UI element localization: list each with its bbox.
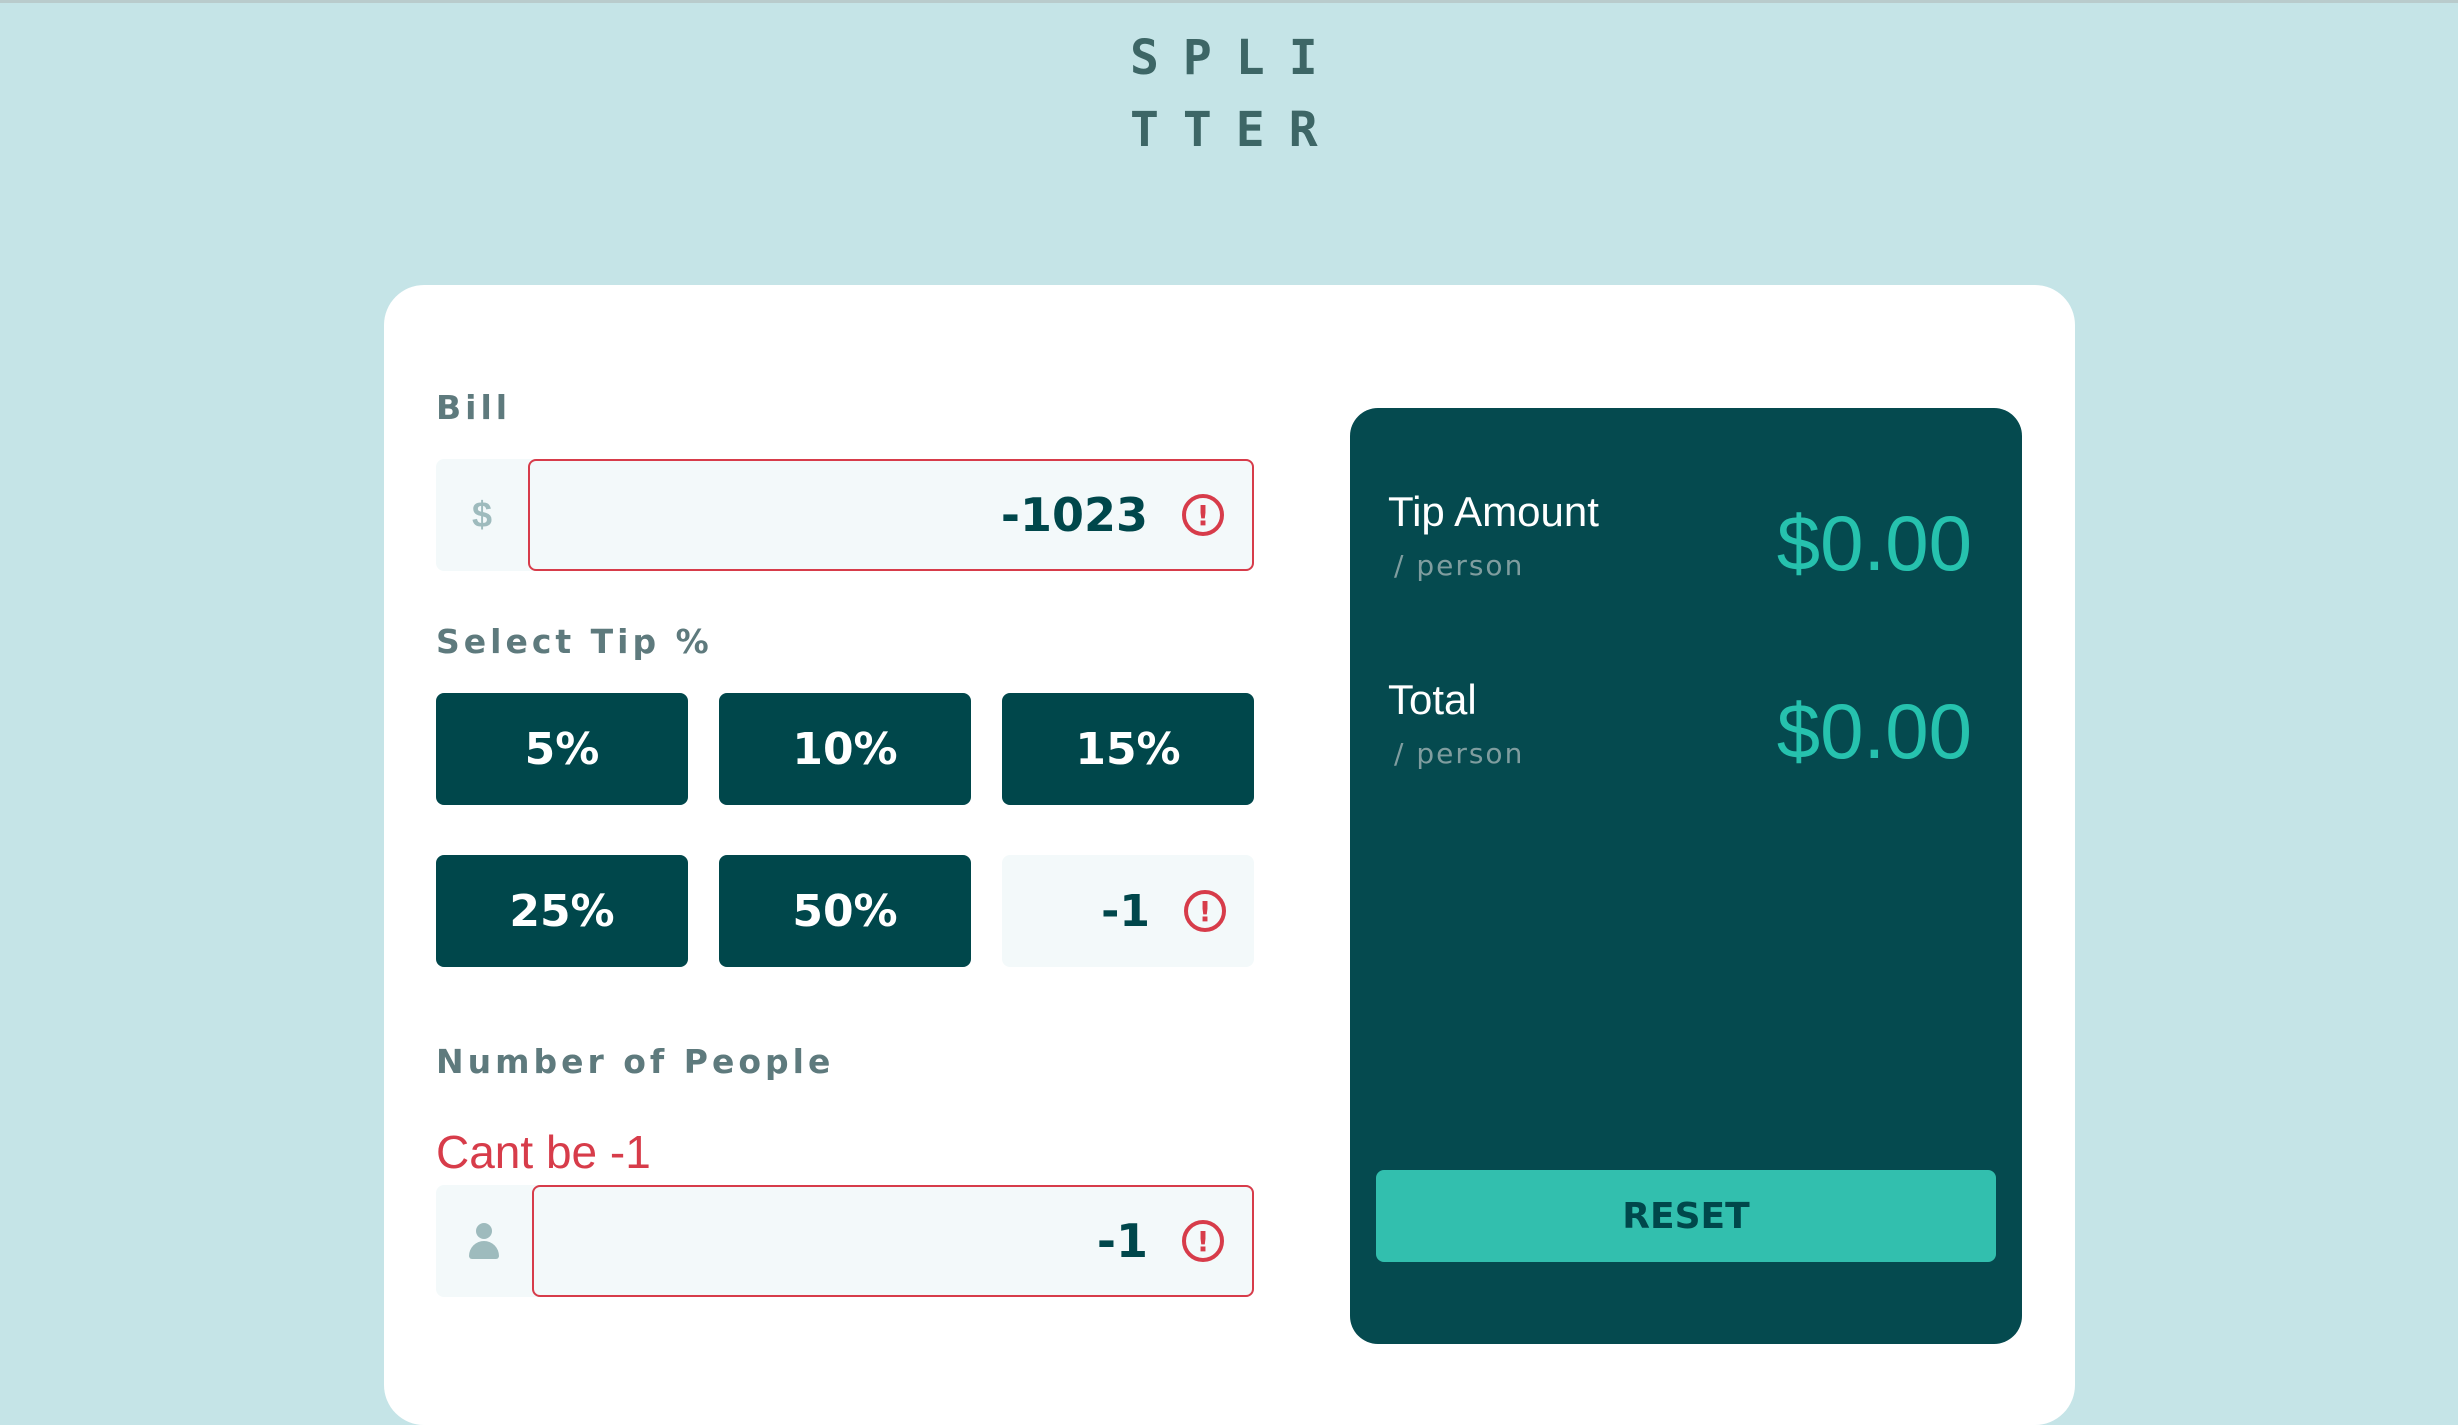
tip-10-button[interactable]: 10% (719, 693, 971, 805)
people-input-group: -1 ! (436, 1185, 1254, 1297)
tip-50-button[interactable]: 50% (719, 855, 971, 967)
tip-25-button[interactable]: 25% (436, 855, 688, 967)
tip-amount-label: Tip Amount (1388, 488, 1599, 535)
bill-input[interactable]: -1023 ! (528, 459, 1254, 571)
tip-5-button[interactable]: 5% (436, 693, 688, 805)
logo-line-2: TTER (1130, 102, 1342, 158)
tip-custom-input[interactable]: -1 ! (1002, 855, 1254, 967)
tip-custom-value: -1 (1101, 885, 1150, 937)
total-label: Total (1388, 676, 1477, 723)
total-per-person: / person (1394, 737, 1525, 770)
tip-amount-per-person: / person (1394, 549, 1525, 582)
person-icon-glyph (469, 1223, 499, 1259)
total-value: $0.00 (1776, 687, 1972, 775)
window-top-edge (0, 0, 2458, 3)
error-icon: ! (1184, 890, 1226, 932)
people-error-message: Cant be -1 (436, 1126, 651, 1178)
number-of-people-label: Number of People (436, 1042, 835, 1081)
logo-line-1: SPLI (1130, 30, 1342, 86)
people-input[interactable]: -1 ! (532, 1185, 1254, 1297)
bill-input-value: -1023 (1000, 488, 1148, 542)
tip-amount-value: $0.00 (1776, 499, 1972, 587)
logo: SPLI TTER (1130, 22, 1330, 166)
tip-15-button[interactable]: 15% (1002, 693, 1254, 805)
reset-button[interactable]: RESET (1376, 1170, 1996, 1262)
results-panel: Tip Amount / person $0.00 Total / person… (1350, 408, 2022, 1344)
bill-input-group: $ -1023 ! (436, 459, 1254, 571)
person-icon (436, 1185, 532, 1297)
select-tip-label: Select Tip % (436, 622, 713, 661)
people-input-value: -1 (1096, 1214, 1148, 1268)
error-icon: ! (1182, 1220, 1224, 1262)
dollar-icon: $ (471, 494, 493, 535)
error-icon: ! (1182, 494, 1224, 536)
bill-label: Bill (436, 388, 512, 427)
